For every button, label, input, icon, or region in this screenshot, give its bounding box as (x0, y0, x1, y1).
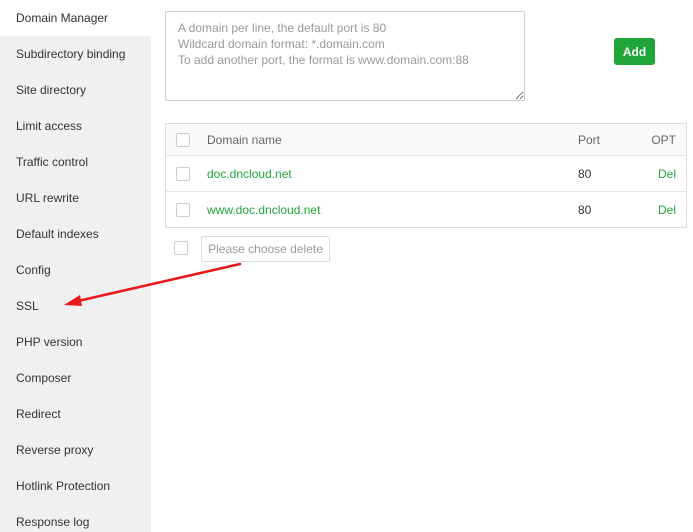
header-opt: OPT (651, 132, 676, 147)
domain-table: Domain name Port OPT doc.dncloud.net 80 … (165, 123, 687, 228)
port-value: 80 (578, 166, 592, 181)
sidebar-item-redirect[interactable]: Redirect (0, 396, 151, 432)
sidebar-item-config[interactable]: Config (0, 252, 151, 288)
domain-link[interactable]: doc.dncloud.net (207, 156, 292, 191)
batch-select-checkbox[interactable] (174, 241, 188, 255)
sidebar-item-site-directory[interactable]: Site directory (0, 72, 151, 108)
header-domain-name: Domain name (207, 132, 282, 147)
main-panel: Add Domain name Port OPT doc.dncloud.net… (151, 0, 693, 532)
sidebar-item-php-version[interactable]: PHP version (0, 324, 151, 360)
sidebar-item-limit-access[interactable]: Limit access (0, 108, 151, 144)
port-value: 80 (578, 202, 592, 217)
domain-link[interactable]: www.doc.dncloud.net (207, 192, 320, 227)
sidebar-item-domain-manager[interactable]: Domain Manager (0, 0, 151, 36)
sidebar-item-response-log[interactable]: Response log (0, 504, 151, 532)
sidebar-item-url-rewrite[interactable]: URL rewrite (0, 180, 151, 216)
delete-link[interactable]: Del (658, 192, 676, 227)
sidebar-item-subdirectory-binding[interactable]: Subdirectory binding (0, 36, 151, 72)
sidebar-item-reverse-proxy[interactable]: Reverse proxy (0, 432, 151, 468)
table-header-row: Domain name Port OPT (166, 124, 686, 155)
sidebar-item-hotlink-protection[interactable]: Hotlink Protection (0, 468, 151, 504)
sidebar-item-traffic-control[interactable]: Traffic control (0, 144, 151, 180)
sidebar-item-default-indexes[interactable]: Default indexes (0, 216, 151, 252)
add-button[interactable]: Add (614, 38, 655, 65)
header-port: Port (578, 132, 601, 147)
table-row: doc.dncloud.net 80 Del (166, 155, 686, 191)
sidebar: Domain Manager Subdirectory binding Site… (0, 0, 151, 532)
table-row: www.doc.dncloud.net 80 Del (166, 191, 686, 227)
row-checkbox[interactable] (176, 202, 190, 217)
batch-delete-button[interactable]: Please choose delete (201, 236, 330, 262)
row-checkbox[interactable] (176, 166, 190, 181)
delete-link[interactable]: Del (658, 156, 676, 191)
domain-input[interactable] (165, 11, 525, 101)
sidebar-item-composer[interactable]: Composer (0, 360, 151, 396)
select-all-checkbox[interactable] (176, 132, 190, 147)
sidebar-item-ssl[interactable]: SSL (0, 288, 151, 324)
